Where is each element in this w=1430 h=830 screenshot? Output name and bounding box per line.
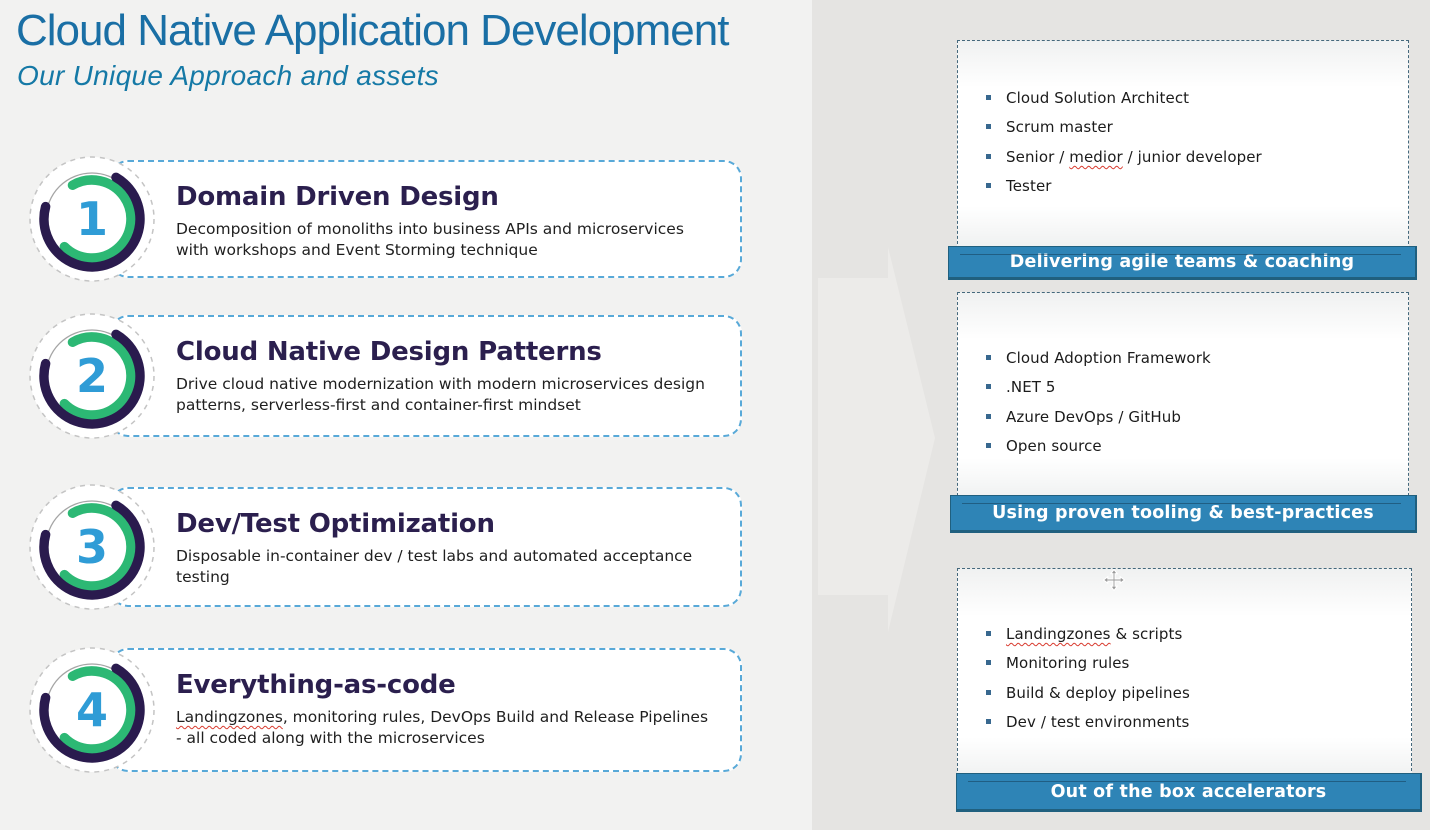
banner-label: Using proven tooling & best-practices	[992, 503, 1374, 523]
list-item: Open source	[958, 432, 1408, 462]
flow-arrow[interactable]	[818, 247, 935, 632]
step-description: Disposable in-container dev / test labs …	[176, 546, 711, 587]
misspelled-word: Landingzones	[1006, 625, 1111, 643]
step-card-dev-test-optimization[interactable]: Dev/Test Optimization Disposable in-cont…	[110, 487, 742, 607]
panel-proven-tooling[interactable]: Cloud Adoption Framework .NET 5 Azure De…	[957, 292, 1409, 506]
step-number-badge-2[interactable]: 2	[25, 309, 159, 443]
move-cursor-icon	[1103, 569, 1125, 591]
bullet-square-icon	[986, 414, 991, 419]
list-item: Tester	[958, 172, 1408, 202]
step-title: Dev/Test Optimization	[176, 509, 730, 539]
bullet-square-icon	[986, 384, 991, 389]
step-number-badge-3[interactable]: 3	[25, 480, 159, 614]
panel-list: Cloud Adoption Framework .NET 5 Azure De…	[958, 293, 1408, 461]
panel-list: Landingzones & scripts Monitoring rules …	[958, 569, 1411, 737]
banner-accelerators[interactable]: Out of the box accelerators	[956, 773, 1422, 812]
step-card-domain-driven-design[interactable]: Domain Driven Design Decomposition of mo…	[110, 160, 742, 278]
step-number: 3	[25, 480, 159, 614]
list-item: Senior / medior / junior developer	[958, 142, 1408, 172]
panel-list: Cloud Solution Architect Scrum master Se…	[958, 41, 1408, 201]
bullet-square-icon	[986, 183, 991, 188]
bullet-square-icon	[986, 355, 991, 360]
step-number-badge-4[interactable]: 4	[25, 643, 159, 777]
bullet-square-icon	[986, 154, 991, 159]
page-subtitle[interactable]: Our Unique Approach and assets	[17, 60, 439, 92]
banner-label: Out of the box accelerators	[1051, 782, 1327, 802]
list-item: Build & deploy pipelines	[958, 678, 1411, 708]
panel-accelerators[interactable]: Landingzones & scripts Monitoring rules …	[957, 568, 1412, 786]
banner-delivering-agile-teams[interactable]: Delivering agile teams & coaching	[948, 246, 1417, 280]
step-description: Decomposition of monoliths into business…	[176, 219, 711, 260]
bullet-square-icon	[986, 631, 991, 636]
step-number: 2	[25, 309, 159, 443]
list-item: Dev / test environments	[958, 708, 1411, 738]
banner-proven-tooling[interactable]: Using proven tooling & best-practices	[950, 495, 1417, 533]
panel-agile-teams[interactable]: Cloud Solution Architect Scrum master Se…	[957, 40, 1409, 254]
bullet-square-icon	[986, 443, 991, 448]
page-title[interactable]: Cloud Native Application Development	[16, 6, 728, 56]
step-title: Domain Driven Design	[176, 182, 730, 212]
step-card-cloud-native-design-patterns[interactable]: Cloud Native Design Patterns Drive cloud…	[110, 315, 742, 437]
step-title: Everything-as-code	[176, 670, 730, 700]
step-card-everything-as-code[interactable]: Everything-as-code Landingzones, monitor…	[110, 648, 742, 772]
step-number: 1	[25, 152, 159, 286]
step-number-badge-1[interactable]: 1	[25, 152, 159, 286]
misspelled-word: Landingzones	[176, 708, 283, 726]
bullet-square-icon	[986, 95, 991, 100]
bullet-square-icon	[986, 719, 991, 724]
list-item: Cloud Solution Architect	[958, 83, 1408, 113]
list-item: Monitoring rules	[958, 649, 1411, 679]
list-item: .NET 5	[958, 373, 1408, 403]
misspelled-word: medior	[1069, 148, 1122, 166]
list-item: Scrum master	[958, 113, 1408, 143]
bullet-square-icon	[986, 124, 991, 129]
banner-label: Delivering agile teams & coaching	[1010, 252, 1354, 272]
slide-canvas: Cloud Native Application Development Our…	[0, 0, 1430, 830]
bullet-square-icon	[986, 690, 991, 695]
list-item: Cloud Adoption Framework	[958, 343, 1408, 373]
list-item: Azure DevOps / GitHub	[958, 402, 1408, 432]
step-description: Drive cloud native modernization with mo…	[176, 374, 711, 415]
step-description: Landingzones, monitoring rules, DevOps B…	[176, 707, 711, 748]
step-title: Cloud Native Design Patterns	[176, 337, 730, 367]
step-number: 4	[25, 643, 159, 777]
bullet-square-icon	[986, 660, 991, 665]
list-item: Landingzones & scripts	[958, 619, 1411, 649]
